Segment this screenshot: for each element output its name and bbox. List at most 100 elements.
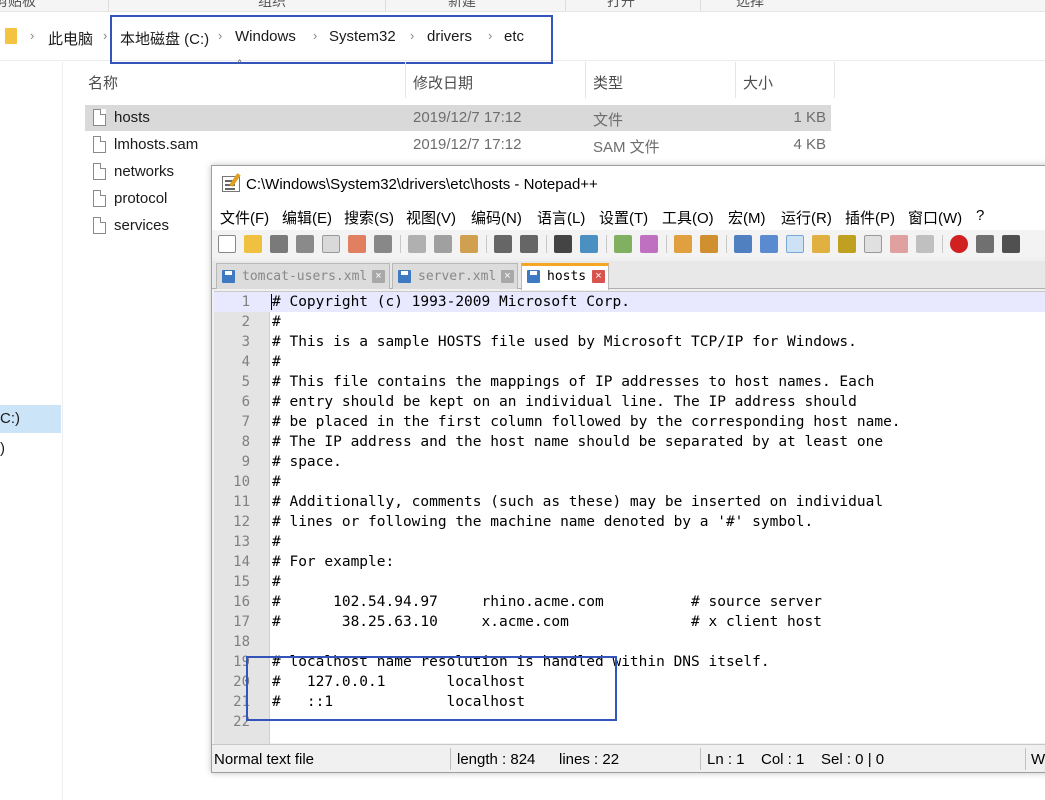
find-icon[interactable] <box>554 235 572 253</box>
file-icon <box>93 190 106 207</box>
menu-window[interactable]: 窗口(W) <box>908 207 962 228</box>
menu-view[interactable]: 视图(V) <box>406 207 456 228</box>
status-divider <box>700 748 701 770</box>
tab-bar: tomcat-users.xml × server.xml × hosts × <box>212 261 1045 290</box>
document-map-icon[interactable] <box>838 235 856 253</box>
column-header-name[interactable]: 名称 <box>88 72 118 93</box>
sync-vertical-icon[interactable] <box>674 235 692 253</box>
menu-file[interactable]: 文件(F) <box>220 207 269 228</box>
menu-macro[interactable]: 宏(M) <box>728 207 766 228</box>
menu-plugins[interactable]: 插件(P) <box>845 207 895 228</box>
open-file-icon[interactable] <box>244 235 262 253</box>
column-divider[interactable] <box>735 62 736 98</box>
editor-line: 8 # The IP address and the host name shou… <box>214 432 1045 452</box>
editor-line: 2 # <box>214 312 1045 332</box>
file-row-lmhosts[interactable]: lmhosts.sam 2019/12/7 17:12 SAM 文件 4 KB <box>85 132 831 158</box>
save-icon[interactable] <box>270 235 288 253</box>
file-type: SAM 文件 <box>593 139 660 156</box>
ribbon-group-open: 打开 <box>607 0 635 9</box>
undo-icon[interactable] <box>494 235 512 253</box>
show-all-chars-icon[interactable] <box>760 235 778 253</box>
function-list-icon[interactable] <box>864 235 882 253</box>
line-number: 17 <box>233 614 250 630</box>
chevron-right-icon[interactable]: › <box>30 28 34 43</box>
text-caret <box>271 294 272 310</box>
monitoring-icon[interactable] <box>916 235 934 253</box>
zoom-in-icon[interactable] <box>614 235 632 253</box>
stop-macro-icon[interactable] <box>976 235 994 253</box>
ribbon-group-organize: 组织 <box>258 0 286 9</box>
line-text: # <box>272 314 281 330</box>
print-icon[interactable] <box>374 235 392 253</box>
editor-line: 17 # 38.25.63.10 x.acme.com # x client ho… <box>214 612 1045 632</box>
line-number: 8 <box>241 434 250 450</box>
menu-help[interactable]: ? <box>976 207 984 224</box>
nav-item-drive[interactable]: ) <box>0 440 5 457</box>
close-all-icon[interactable] <box>348 235 366 253</box>
paste-icon[interactable] <box>460 235 478 253</box>
close-icon[interactable]: × <box>592 270 605 283</box>
column-header-size[interactable]: 大小 <box>743 72 773 93</box>
line-text: # entry should be kept on an individual … <box>272 394 857 410</box>
line-number: 5 <box>241 374 250 390</box>
new-file-icon[interactable] <box>218 235 236 253</box>
menu-settings[interactable]: 设置(T) <box>599 207 648 228</box>
save-all-icon[interactable] <box>296 235 314 253</box>
window-title-bar[interactable]: C:\Windows\System32\drivers\etc\hosts - … <box>212 166 1045 202</box>
cut-icon[interactable] <box>408 235 426 253</box>
close-file-icon[interactable] <box>322 235 340 253</box>
sync-horizontal-icon[interactable] <box>700 235 718 253</box>
replace-icon[interactable] <box>580 235 598 253</box>
line-number: 20 <box>233 674 250 690</box>
play-macro-icon[interactable] <box>1002 235 1020 253</box>
status-eol[interactable]: Windows (CR LF) <box>1031 751 1045 768</box>
ribbon-group-labels: 剪贴板 组织 新建 打开 选择 <box>0 0 1045 12</box>
copy-icon[interactable] <box>434 235 452 253</box>
line-text: # Copyright (c) 1993-2009 Microsoft Corp… <box>272 294 630 310</box>
status-divider <box>450 748 451 770</box>
zoom-out-icon[interactable] <box>640 235 658 253</box>
tab-tomcat-users[interactable]: tomcat-users.xml × <box>216 263 390 289</box>
folder-workspace-icon[interactable] <box>890 235 908 253</box>
line-text: # 102.54.94.97 rhino.acme.com # source s… <box>272 594 822 610</box>
indent-guide-icon[interactable] <box>786 235 804 253</box>
menu-encoding[interactable]: 编码(N) <box>471 207 522 228</box>
user-language-icon[interactable] <box>812 235 830 253</box>
file-type: 文件 <box>593 112 624 129</box>
line-text: # be placed in the first column followed… <box>272 414 901 430</box>
line-number: 14 <box>233 554 250 570</box>
column-header-date[interactable]: 修改日期 <box>413 72 473 93</box>
menu-run[interactable]: 运行(R) <box>781 207 832 228</box>
column-divider[interactable] <box>405 62 406 98</box>
file-icon <box>93 217 106 234</box>
line-number: 3 <box>241 334 250 350</box>
line-number: 6 <box>241 394 250 410</box>
breadcrumb-this-pc[interactable]: 此电脑 <box>48 28 93 49</box>
editor-line: 6 # entry should be kept on an individual… <box>214 392 1045 412</box>
close-icon[interactable]: × <box>501 270 514 283</box>
editor-line: 3 # This is a sample HOSTS file used by M… <box>214 332 1045 352</box>
file-icon <box>93 163 106 180</box>
menu-search[interactable]: 搜索(S) <box>344 207 394 228</box>
file-date: 2019/12/7 17:12 <box>413 109 522 126</box>
menu-language[interactable]: 语言(L) <box>537 207 585 228</box>
column-divider[interactable] <box>834 62 835 98</box>
redo-icon[interactable] <box>520 235 538 253</box>
column-divider[interactable] <box>585 62 586 98</box>
file-row-hosts[interactable]: hosts 2019/12/7 17:12 文件 1 KB <box>85 105 831 131</box>
close-icon[interactable]: × <box>372 270 385 283</box>
record-macro-icon[interactable] <box>950 235 968 253</box>
tab-hosts[interactable]: hosts × <box>521 263 609 290</box>
chevron-right-icon[interactable]: › <box>103 28 107 43</box>
column-header-type[interactable]: 类型 <box>593 72 623 93</box>
tab-server[interactable]: server.xml × <box>392 263 518 289</box>
editor-line: 13 # <box>214 532 1045 552</box>
status-divider <box>1025 748 1026 770</box>
menu-tools[interactable]: 工具(O) <box>662 207 714 228</box>
nav-item-local-disk[interactable]: C:) <box>0 405 61 433</box>
menu-edit[interactable]: 编辑(E) <box>282 207 332 228</box>
save-icon <box>527 270 540 283</box>
line-text: # <box>272 474 281 490</box>
word-wrap-icon[interactable] <box>734 235 752 253</box>
editor-line: 7 # be placed in the first column followe… <box>214 412 1045 432</box>
